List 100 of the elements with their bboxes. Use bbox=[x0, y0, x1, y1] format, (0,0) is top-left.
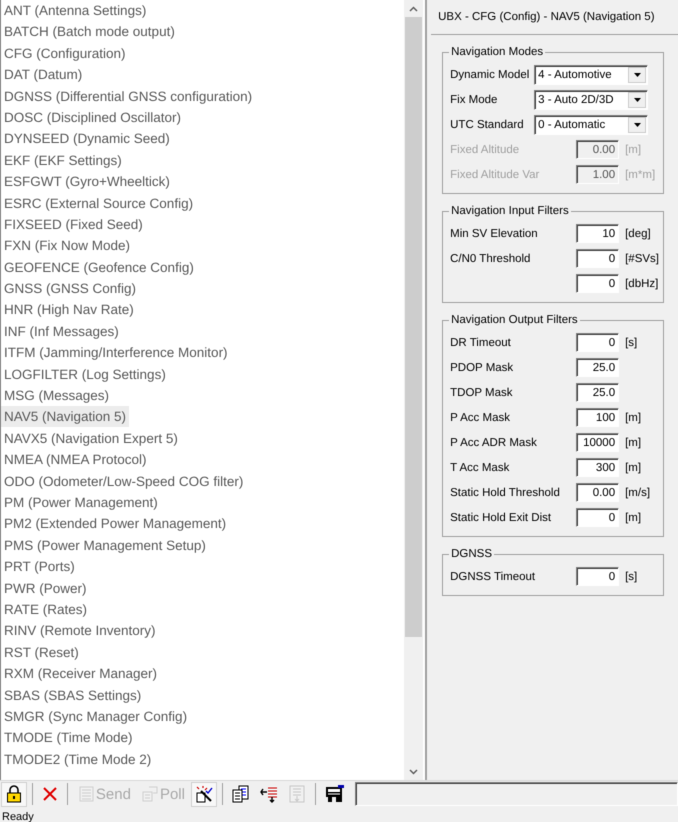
input-field[interactable]: 0 bbox=[576, 508, 620, 527]
list-item[interactable]: RST (Reset) bbox=[1, 642, 82, 663]
dropdown-arrow-icon bbox=[634, 72, 641, 76]
input-field[interactable]: 0 bbox=[576, 333, 620, 352]
list-item[interactable]: DGNSS (Differential GNSS configuration) bbox=[1, 86, 256, 107]
send-icon bbox=[76, 786, 95, 802]
unit-label: [m] bbox=[625, 412, 642, 424]
list-item[interactable]: DYNSEED (Dynamic Seed) bbox=[1, 128, 173, 150]
dropdown-arrow-icon bbox=[634, 122, 641, 126]
list-item[interactable]: NAV5 (Navigation 5) bbox=[1, 406, 130, 428]
list-item[interactable]: ANT (Antenna Settings) bbox=[1, 0, 150, 21]
unit-label: [s] bbox=[625, 570, 638, 582]
scroll-down-icon[interactable] bbox=[409, 768, 418, 774]
list-item[interactable]: SMGR (Sync Manager Config) bbox=[1, 706, 190, 727]
field-label: TDOP Mask bbox=[450, 386, 513, 398]
list-item[interactable]: TMODE2 (Time Mode 2) bbox=[1, 748, 154, 770]
field-label: DGNSS Timeout bbox=[450, 570, 536, 582]
dropdown-arrow-icon bbox=[634, 98, 641, 102]
list-item[interactable]: ODO (Odometer/Low-Speed COG filter) bbox=[1, 470, 246, 492]
input-field[interactable]: 25.0 bbox=[576, 358, 620, 377]
lock-button[interactable] bbox=[1, 782, 27, 806]
field-label: Fixed Altitude bbox=[450, 144, 520, 156]
group-title: DGNSS bbox=[450, 548, 494, 560]
unit-label: [deg] bbox=[625, 228, 651, 240]
field-label: P Acc Mask bbox=[450, 412, 510, 424]
list-item[interactable]: PRT (Ports) bbox=[1, 556, 78, 578]
field-label: UTC Standard bbox=[450, 118, 524, 130]
field-label: Static Hold Threshold bbox=[450, 486, 560, 498]
field-label: C/N0 Threshold bbox=[450, 252, 530, 264]
list-item[interactable]: BATCH (Batch mode output) bbox=[1, 21, 178, 42]
dropdown[interactable]: 0 - Automatic bbox=[534, 114, 648, 134]
list-item[interactable]: DOSC (Disciplined Oscillator) bbox=[1, 106, 184, 128]
list-item[interactable]: ESFGWT (Gyro+Wheeltick) bbox=[1, 171, 173, 192]
list-item[interactable]: SBAS (SBAS Settings) bbox=[1, 684, 144, 706]
list-item[interactable]: PM (Power Management) bbox=[1, 492, 161, 513]
field-label: Fix Mode bbox=[450, 94, 498, 106]
list-item[interactable]: HNR (High Nav Rate) bbox=[1, 299, 137, 320]
list-item[interactable]: RATE (Rates) bbox=[1, 598, 90, 620]
input-field[interactable]: 25.0 bbox=[576, 383, 620, 402]
scrollbar[interactable] bbox=[404, 0, 424, 780]
unit-label: [m] bbox=[625, 462, 642, 474]
list-item[interactable]: GEOFENCE (Geofence Config) bbox=[1, 256, 197, 278]
dropdown[interactable]: 4 - Automotive bbox=[534, 64, 648, 84]
field-label: PDOP Mask bbox=[450, 362, 514, 374]
field-label: Fixed Altitude Var bbox=[450, 168, 540, 180]
list-item[interactable]: NMEA (NMEA Protocol) bbox=[1, 449, 150, 470]
field-label: P Acc ADR Mask bbox=[450, 436, 537, 448]
dropdown[interactable]: 3 - Auto 2D/3D bbox=[534, 90, 648, 110]
list-item[interactable]: MSG (Messages) bbox=[1, 385, 112, 406]
group-title: Navigation Input Filters bbox=[450, 205, 570, 217]
delete-icon bbox=[42, 786, 58, 802]
list-item[interactable]: FXN (Fix Now Mode) bbox=[1, 235, 134, 256]
magic-wand-icon bbox=[194, 785, 213, 803]
unit-label: [#SVs] bbox=[625, 252, 659, 264]
list-item[interactable]: PWR (Power) bbox=[1, 578, 90, 599]
input-field[interactable]: 0.00 bbox=[576, 483, 620, 502]
input-field[interactable]: 100 bbox=[576, 408, 620, 427]
list-item[interactable]: DAT (Datum) bbox=[1, 64, 86, 86]
input-field[interactable]: 0 bbox=[576, 567, 620, 586]
unit-label: [m*m] bbox=[625, 168, 656, 180]
group-title: Navigation Modes bbox=[450, 46, 544, 58]
list-item[interactable]: RXM (Receiver Manager) bbox=[1, 663, 160, 684]
document-icon bbox=[232, 785, 250, 803]
field-label: Min SV Elevation bbox=[450, 228, 538, 240]
unit-label: [m] bbox=[625, 436, 642, 448]
list-download-icon bbox=[288, 785, 306, 803]
panel-title: UBX - CFG (Config) - NAV5 (Navigation 5) bbox=[431, 0, 678, 35]
lock-icon bbox=[5, 785, 23, 803]
list-item[interactable]: PMS (Power Management Setup) bbox=[1, 534, 209, 556]
field-label: Static Hold Exit Dist bbox=[450, 512, 552, 524]
list-item[interactable]: PM2 (Extended Power Management) bbox=[1, 513, 230, 534]
input-field[interactable]: 10 bbox=[576, 224, 620, 243]
list-item[interactable]: CFG (Configuration) bbox=[1, 42, 129, 64]
unit-label: [m] bbox=[625, 144, 642, 156]
list-item[interactable]: TMODE (Time Mode) bbox=[1, 727, 136, 748]
input-field[interactable]: 0 bbox=[576, 274, 620, 293]
input-field[interactable]: 300 bbox=[576, 458, 620, 477]
list-item[interactable]: LOGFILTER (Log Settings) bbox=[1, 364, 169, 385]
input-field[interactable]: 0 bbox=[576, 249, 620, 268]
list-item[interactable]: GNSS (GNSS Config) bbox=[1, 278, 140, 300]
scroll-up-icon[interactable] bbox=[409, 6, 418, 12]
field-label: DR Timeout bbox=[450, 336, 511, 348]
list-item[interactable]: RINV (Remote Inventory) bbox=[1, 620, 159, 642]
list-item[interactable]: ITFM (Jamming/Interference Monitor) bbox=[1, 342, 231, 364]
unit-label: [m] bbox=[625, 512, 642, 524]
status-text: Ready bbox=[2, 811, 34, 822]
list-item[interactable]: NAVX5 (Navigation Expert 5) bbox=[1, 428, 181, 449]
list-item[interactable]: EKF (EKF Settings) bbox=[1, 150, 125, 171]
unit-label: [s] bbox=[625, 336, 638, 348]
list-item[interactable]: ESRC (External Source Config) bbox=[1, 192, 196, 214]
field-label: T Acc Mask bbox=[450, 462, 510, 474]
list-item[interactable]: FIXSEED (Fixed Seed) bbox=[1, 214, 146, 235]
list-arrows-icon bbox=[260, 785, 278, 803]
unit-label: [dbHz] bbox=[625, 278, 658, 290]
magic-wand-button[interactable] bbox=[190, 782, 217, 806]
scrollbar-thumb[interactable] bbox=[405, 17, 422, 637]
group-title: Navigation Output Filters bbox=[450, 314, 579, 326]
list-item[interactable]: INF (Inf Messages) bbox=[1, 320, 122, 342]
field-label: Dynamic Model bbox=[450, 68, 530, 80]
input-field[interactable]: 10000 bbox=[576, 433, 620, 452]
